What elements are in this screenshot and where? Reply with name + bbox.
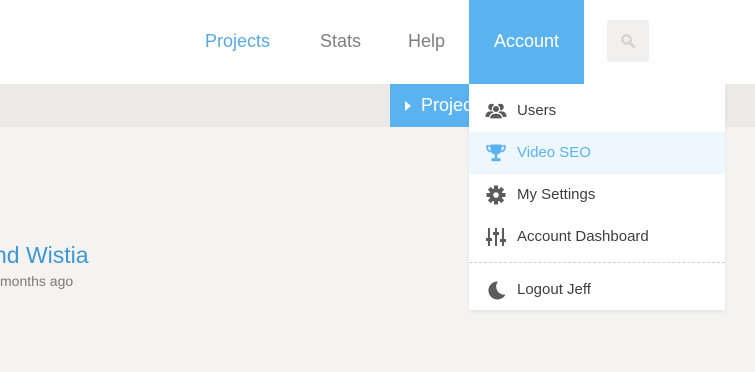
menu-item-label: Users <box>517 102 557 119</box>
menu-item-label: Video SEO <box>517 144 591 161</box>
project-updated-time: months ago <box>0 273 74 289</box>
menu-item-label: Account Dashboard <box>517 228 649 245</box>
moon-icon <box>488 281 506 300</box>
menu-item-label: Logout Jeff <box>517 281 591 298</box>
menu-item-account-dashboard[interactable]: Account Dashboard <box>469 216 725 258</box>
trophy-icon <box>486 144 506 162</box>
nav-account[interactable]: Account <box>469 0 584 84</box>
account-dropdown-menu: Users Video SEO My Settings Account Dash… <box>469 84 725 310</box>
menu-item-users[interactable]: Users <box>469 90 725 132</box>
menu-item-my-settings[interactable]: My Settings <box>469 174 725 216</box>
project-title-link[interactable]: nd Wistia <box>0 242 89 269</box>
menu-item-label: My Settings <box>517 186 596 203</box>
menu-item-logout[interactable]: Logout Jeff <box>469 269 725 311</box>
nav-projects[interactable]: Projects <box>205 0 270 84</box>
menu-divider <box>469 262 725 263</box>
search-icon <box>621 34 636 49</box>
users-icon <box>485 103 507 120</box>
nav-stats[interactable]: Stats <box>320 0 361 84</box>
search-button[interactable] <box>607 20 649 62</box>
subnav-tab-label: Projects <box>421 95 472 115</box>
caret-right-icon <box>405 101 411 111</box>
nav-help[interactable]: Help <box>408 0 445 84</box>
gear-icon <box>486 185 506 205</box>
top-navigation-bar: Projects Stats Help Account <box>0 0 755 84</box>
sliders-icon <box>486 228 506 246</box>
menu-item-video-seo[interactable]: Video SEO <box>469 132 725 174</box>
subnav-projects-tab[interactable]: Projects <box>390 84 472 127</box>
